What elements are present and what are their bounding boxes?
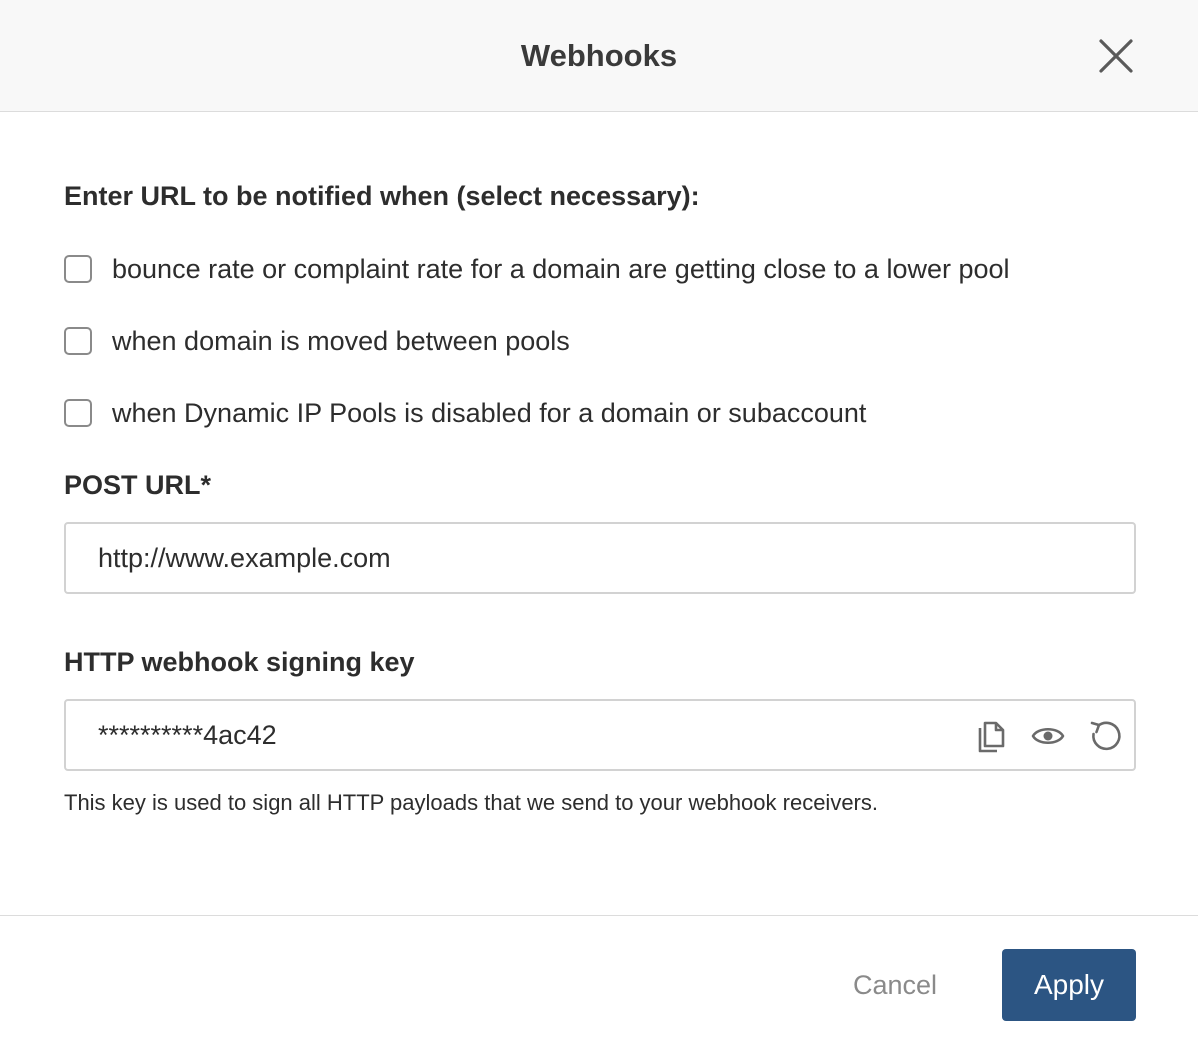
post-url-value: http://www.example.com bbox=[98, 543, 391, 573]
post-url-input[interactable]: http://www.example.com bbox=[64, 522, 1136, 594]
cancel-button[interactable]: Cancel bbox=[830, 950, 960, 1020]
signing-key-helper-text: This key is used to sign all HTTP payloa… bbox=[64, 790, 878, 815]
signing-key-label: HTTP webhook signing key bbox=[64, 647, 415, 677]
apply-button[interactable]: Apply bbox=[1002, 949, 1136, 1021]
notify-heading: Enter URL to be notified when (select ne… bbox=[64, 181, 700, 211]
checkbox-option-pools-disabled[interactable]: when Dynamic IP Pools is disabled for a … bbox=[64, 396, 866, 430]
webhooks-dialog: Webhooks Enter URL to be notified when (… bbox=[0, 0, 1198, 1052]
checkbox[interactable] bbox=[64, 327, 92, 355]
eye-icon bbox=[1031, 727, 1065, 745]
close-button[interactable] bbox=[1096, 36, 1136, 76]
regenerate-key-button[interactable] bbox=[1088, 718, 1124, 754]
show-key-button[interactable] bbox=[1030, 718, 1066, 754]
dialog-header: Webhooks bbox=[0, 0, 1198, 112]
close-icon bbox=[1099, 39, 1133, 73]
footer-divider bbox=[0, 915, 1198, 916]
checkbox-option-domain-moved[interactable]: when domain is moved between pools bbox=[64, 324, 570, 358]
copy-key-button[interactable] bbox=[972, 718, 1008, 754]
checkbox-option-bounce-rate[interactable]: bounce rate or complaint rate for a doma… bbox=[64, 252, 1010, 286]
signing-key-input[interactable]: **********4ac42 bbox=[64, 699, 1136, 771]
checkbox-label: bounce rate or complaint rate for a doma… bbox=[112, 254, 1010, 284]
checkbox[interactable] bbox=[64, 399, 92, 427]
signing-key-value: **********4ac42 bbox=[98, 720, 277, 750]
copy-icon bbox=[978, 721, 1005, 753]
checkbox-label: when domain is moved between pools bbox=[112, 326, 570, 356]
regenerate-icon bbox=[1090, 721, 1121, 751]
dialog-title: Webhooks bbox=[520, 38, 678, 73]
checkbox[interactable] bbox=[64, 255, 92, 283]
post-url-label: POST URL* bbox=[64, 470, 212, 500]
checkbox-label: when Dynamic IP Pools is disabled for a … bbox=[112, 398, 867, 428]
